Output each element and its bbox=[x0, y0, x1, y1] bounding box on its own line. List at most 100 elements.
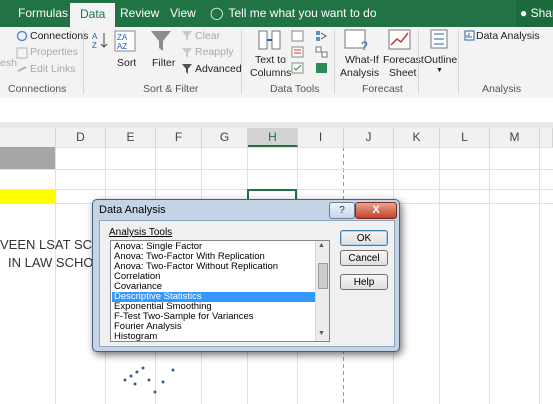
connections-group-label: Connections bbox=[8, 83, 67, 95]
user-account[interactable]: ● Shar bbox=[516, 0, 553, 27]
relationships-icon[interactable] bbox=[315, 46, 328, 58]
text-to-columns-icon[interactable] bbox=[258, 29, 282, 51]
group-separator bbox=[418, 30, 419, 94]
yellow-filled-cell[interactable] bbox=[0, 189, 55, 203]
scrollbar-thumb[interactable] bbox=[318, 263, 328, 289]
svg-text:ZA: ZA bbox=[117, 33, 128, 42]
sort-filter-group-label: Sort & Filter bbox=[143, 83, 199, 95]
tell-me-box[interactable]: ◯ Tell me what you want to do bbox=[210, 0, 377, 27]
list-item[interactable]: Anova: Two-Factor Without Replication bbox=[112, 262, 315, 272]
column-header-k[interactable]: K bbox=[394, 128, 440, 147]
close-button[interactable]: X bbox=[355, 202, 397, 219]
column-header-m[interactable]: M bbox=[490, 128, 540, 147]
list-item[interactable]: Fourier Analysis bbox=[112, 322, 315, 332]
data-analysis-dialog: Data Analysis ? X Analysis Tools Anova: … bbox=[92, 199, 400, 352]
list-item[interactable]: Exponential Smoothing bbox=[112, 302, 315, 312]
dialog-title: Data Analysis bbox=[99, 204, 166, 216]
scatter-point bbox=[135, 370, 139, 374]
ribbon: esh Connections Properties Edit Links Co… bbox=[0, 27, 553, 99]
consolidate-icon[interactable] bbox=[315, 30, 328, 42]
gray-filled-cell[interactable] bbox=[0, 147, 55, 169]
column-header-n-partial[interactable] bbox=[540, 128, 553, 147]
forecast-label-2[interactable]: Sheet bbox=[389, 67, 416, 79]
sort-icon[interactable]: ZAAZ bbox=[114, 30, 136, 52]
svg-text:AZ: AZ bbox=[117, 42, 127, 51]
column-header-g[interactable]: G bbox=[202, 128, 248, 147]
tab-data[interactable]: Data bbox=[70, 3, 116, 27]
what-if-analysis-icon[interactable]: ? bbox=[344, 29, 370, 51]
reapply-button[interactable]: Reapply bbox=[195, 46, 234, 58]
advanced-button[interactable]: Advanced bbox=[195, 63, 242, 75]
what-if-label-1[interactable]: What-If bbox=[345, 54, 379, 66]
list-item-selected[interactable]: Descriptive Statistics bbox=[112, 292, 315, 302]
outline-icon[interactable] bbox=[430, 29, 448, 49]
column-header-f[interactable]: F bbox=[156, 128, 202, 147]
column-header-l[interactable]: L bbox=[440, 128, 490, 147]
scatter-point bbox=[123, 378, 127, 382]
ok-button[interactable]: OK bbox=[340, 230, 388, 246]
outline-button[interactable]: Outline bbox=[424, 54, 457, 66]
remove-duplicates-icon[interactable] bbox=[291, 46, 304, 58]
refresh-all-label[interactable]: esh bbox=[0, 57, 17, 69]
manage-data-model-icon[interactable] bbox=[315, 62, 328, 74]
analysis-tools-list[interactable]: Anova: Single Factor Anova: Two-Factor W… bbox=[110, 240, 330, 342]
sort-button[interactable]: Sort bbox=[117, 57, 136, 69]
list-item[interactable]: F-Test Two-Sample for Variances bbox=[112, 312, 315, 322]
list-item[interactable]: Anova: Two-Factor With Replication bbox=[112, 252, 315, 262]
what-if-label-2[interactable]: Analysis bbox=[340, 67, 379, 79]
data-analysis-button[interactable]: Data Analysis bbox=[476, 30, 540, 42]
column-header-e[interactable]: E bbox=[106, 128, 156, 147]
column-header-d[interactable]: D bbox=[56, 128, 106, 147]
filter-button[interactable]: Filter bbox=[152, 57, 175, 69]
cancel-button[interactable]: Cancel bbox=[340, 250, 388, 266]
sort-az-icon[interactable]: AZ bbox=[92, 31, 108, 49]
flash-fill-icon[interactable] bbox=[291, 30, 304, 42]
list-item[interactable]: Anova: Single Factor bbox=[112, 242, 315, 252]
data-validation-icon[interactable] bbox=[291, 62, 304, 74]
gridline bbox=[0, 169, 553, 170]
tab-formulas[interactable]: Formulas bbox=[18, 0, 68, 27]
columns-label[interactable]: Columns bbox=[250, 67, 291, 79]
help-button[interactable]: Help bbox=[340, 274, 388, 290]
scroll-up-icon[interactable]: ▲ bbox=[318, 242, 325, 249]
column-header-j[interactable]: J bbox=[344, 128, 394, 147]
connections-button[interactable]: Connections bbox=[30, 30, 88, 42]
scatter-point bbox=[171, 368, 175, 372]
list-item[interactable]: Covariance bbox=[112, 282, 315, 292]
scatter-point bbox=[147, 378, 151, 382]
reapply-icon bbox=[182, 48, 192, 58]
forecast-sheet-icon[interactable] bbox=[388, 29, 412, 51]
edit-links-button[interactable]: Edit Links bbox=[30, 63, 76, 75]
scatter-point bbox=[129, 374, 133, 378]
scroll-down-icon[interactable]: ▼ bbox=[318, 330, 325, 337]
group-separator bbox=[83, 30, 84, 94]
filter-funnel-icon[interactable] bbox=[150, 29, 172, 53]
formula-area-blank bbox=[0, 98, 553, 122]
scatter-point bbox=[161, 380, 165, 384]
column-header-partial[interactable] bbox=[0, 128, 56, 147]
user-name: Shar bbox=[530, 6, 553, 20]
list-item[interactable]: Histogram bbox=[112, 332, 315, 341]
analysis-tools-label: Analysis Tools bbox=[109, 227, 172, 238]
text-to-label[interactable]: Text to bbox=[255, 54, 286, 66]
scatter-point bbox=[153, 390, 157, 394]
clear-button[interactable]: Clear bbox=[195, 30, 220, 42]
list-scrollbar[interactable]: ▲ ▼ bbox=[315, 241, 329, 341]
help-title-button[interactable]: ? bbox=[329, 202, 355, 219]
data-analysis-icon bbox=[464, 30, 475, 41]
tab-review[interactable]: Review bbox=[120, 0, 159, 27]
outline-dropdown-icon[interactable]: ▼ bbox=[436, 67, 443, 74]
column-header-i[interactable]: I bbox=[298, 128, 344, 147]
column-header-h[interactable]: H bbox=[248, 128, 298, 147]
ribbon-tab-bar: Formulas Data Review View ◯ Tell me what … bbox=[0, 0, 553, 27]
gridline bbox=[439, 147, 440, 404]
svg-text:A: A bbox=[92, 32, 98, 41]
gridline bbox=[539, 147, 540, 404]
tab-view[interactable]: View bbox=[170, 0, 196, 27]
user-icon: ● bbox=[520, 6, 528, 20]
scatter-point bbox=[133, 382, 137, 386]
dialog-body: Analysis Tools Anova: Single Factor Anov… bbox=[99, 220, 395, 347]
svg-text:Z: Z bbox=[92, 41, 97, 49]
properties-button[interactable]: Properties bbox=[30, 46, 78, 58]
list-item[interactable]: Correlation bbox=[112, 272, 315, 282]
